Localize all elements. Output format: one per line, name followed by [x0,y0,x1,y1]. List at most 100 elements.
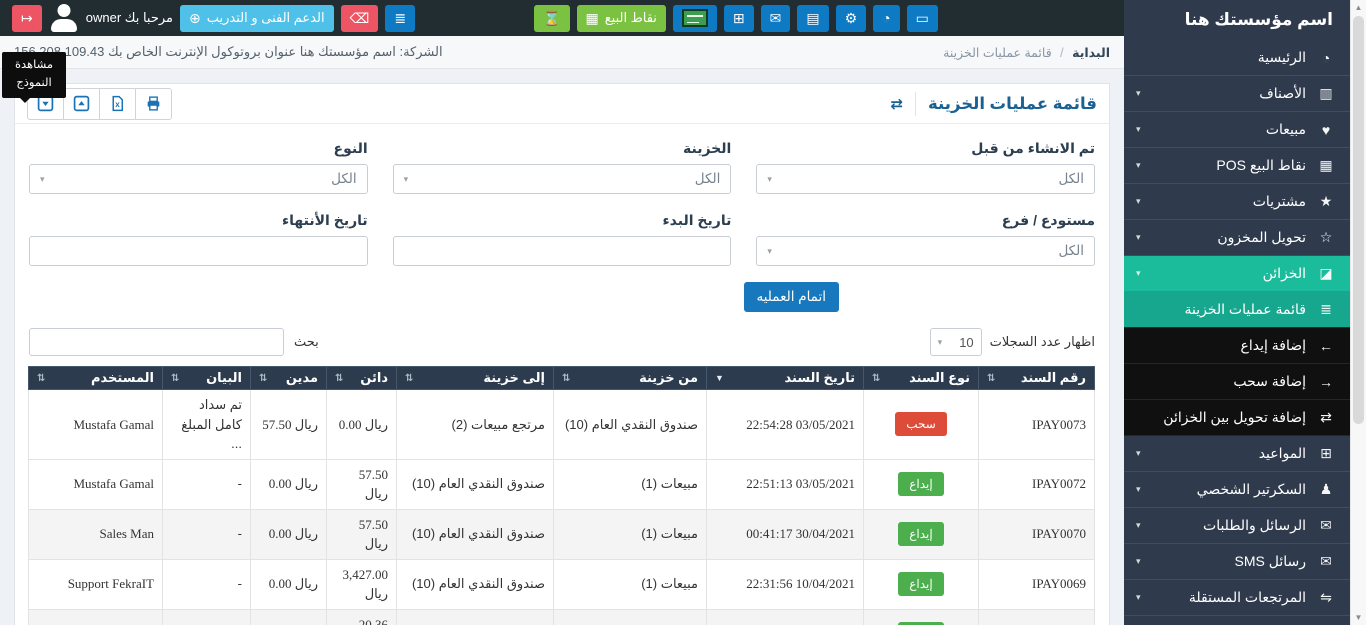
flag-button[interactable] [673,5,717,32]
caret-down-icon: ▾ [404,174,409,185]
filter-warehouse-branch: مستودع / فرعالكل▾ [756,212,1095,266]
shuffle-icon: ⇋ [1315,589,1337,606]
list-button[interactable]: ≣ [385,5,415,32]
filter-label: تاريخ البدء [393,212,732,229]
search-control: بحث [29,328,319,356]
th-inner: نوع السند⇅ [872,370,970,386]
sidebar-item-purchases[interactable]: ★مشتريات▾ [1124,184,1351,220]
scroll-up-icon[interactable]: ▲ [1351,0,1366,15]
pos-button[interactable]: ▦نقاط البيع [577,5,666,32]
sidebar-item-personal-secretary[interactable]: ♟السكرتير الشخصي▾ [1124,472,1351,508]
table-row: IPAY0072إيداع22:51:13 03/05/2021مبيعات (… [29,459,1095,509]
page-scrollbar[interactable]: ▲ ▼ [1350,0,1366,625]
arrow-right-icon: → [1315,374,1337,390]
button-label: الدعم الفنى و التدريب [207,10,325,26]
hide-template-button[interactable] [63,88,100,120]
filter-type: النوعالكل▾ [29,140,368,194]
select-value: الكل [1058,171,1084,187]
mail-button[interactable]: ✉ [761,5,791,32]
sidebar-item-sms-messages[interactable]: ✉رسائل SMS▾ [1124,544,1351,580]
column-header[interactable]: مدين⇅ [251,367,327,390]
share-button[interactable]: ⚙ [836,5,867,32]
filter-select-created-by[interactable]: الكل▾ [756,164,1095,194]
breadcrumb-home[interactable]: البداية [1072,46,1110,60]
column-header[interactable]: تاريخ السند▼ [707,367,864,390]
filter-select-warehouse-branch[interactable]: الكل▾ [756,236,1095,266]
filter-select-treasury[interactable]: الكل▾ [393,164,732,194]
hourglass-button[interactable]: ⌛ [534,5,569,32]
filter-input-start-date[interactable] [393,236,732,266]
sidebar-item-add-withdraw[interactable]: →إضافة سحب [1124,364,1351,400]
scrollbar-thumb[interactable] [1353,16,1364,424]
filter-select-type[interactable]: الكل▾ [29,164,368,194]
arrow-left-icon: ← [1315,338,1337,354]
column-header[interactable]: البيان⇅ [163,367,251,390]
calculator-button[interactable]: ▤ [797,5,828,32]
cell-user: Sales Man [29,509,163,559]
sidebar-item-pos[interactable]: ▦نقاط البيع POS▾ [1124,148,1351,184]
table-row: IPAY0069إيداع22:31:56 10/04/2021مبيعات (… [29,559,1095,609]
user-avatar [49,3,79,33]
sidebar-item-label: نقاط البيع POS [1216,157,1306,174]
sidebar-item-label: الرسائل والطلبات [1203,517,1306,534]
cell-note: - [163,609,251,625]
table-row: IPAY0070إيداع00:41:17 30/04/2021مبيعات (… [29,509,1095,559]
caret-down-icon: ▾ [938,337,943,348]
complete-operation-button[interactable]: اتمام العمليه [744,282,840,312]
column-header[interactable]: المستخدم⇅ [29,367,163,390]
logout-button[interactable]: ↦ [12,5,42,32]
column-header[interactable]: رقم السند⇅ [979,367,1095,390]
search-label: بحث [294,334,319,350]
gauge-icon: ◔ [1315,50,1337,66]
th-inner: المستخدم⇅ [37,370,154,386]
sidebar-item-treasuries[interactable]: ◪الخزائن▾ [1124,256,1351,292]
exchange-icon: ⇄ [1315,409,1337,426]
sort-icon: ⇅ [872,373,880,384]
cell-type: سحب [864,390,979,460]
sidebar-item-messages-requests[interactable]: ✉الرسائل والطلبات▾ [1124,508,1351,544]
exchange-icon: ⇄ [890,95,903,113]
sidebar-item-categories[interactable]: ▥الأصناف▾ [1124,76,1351,112]
scroll-down-icon[interactable]: ▼ [1351,610,1366,625]
column-header[interactable]: من خزينة⇅ [554,367,707,390]
cell-date: 22:54:28 03/05/2021 [707,390,864,460]
panel-header: قائمة عمليات الخزينة ⇄ x [15,84,1109,124]
page-size-select[interactable]: 10 ▾ [930,328,982,356]
filter-input-end-date[interactable] [29,236,368,266]
sidebar-item-stock-transfer[interactable]: ☆تحويل المخزون▾ [1124,220,1351,256]
heart-icon: ♥ [1315,122,1337,138]
sidebar-item-independent-returns[interactable]: ⇋المرتجعات المستقلة▾ [1124,580,1351,616]
column-header[interactable]: إلى خزينة⇅ [397,367,554,390]
page-size-value: 10 [959,335,973,350]
app-screen: ▲ ▼ اسم مؤسستك هنا ◔الرئيسية▥الأصناف▾♥مب… [0,0,1366,625]
sidebar-item-label: مبيعات [1266,121,1306,138]
cell-credit: 20.36 ريال [327,609,397,625]
calculator-icon: ▤ [806,11,819,25]
column-header[interactable]: دائن⇅ [327,367,397,390]
sidebar-item-treasury-operations-list[interactable]: ≣قائمة عمليات الخزينة [1124,292,1351,328]
column-label: من خزينة [639,370,698,386]
sidebar-item-add-treasury-transfer[interactable]: ⇄إضافة تحويل بين الخزائن [1124,400,1351,436]
calendar-button[interactable]: ⊞ [724,5,754,32]
print-button[interactable] [135,88,172,120]
sidebar-item-sales[interactable]: ♥مبيعات▾ [1124,112,1351,148]
star-icon: ★ [1315,193,1337,210]
sidebar-item-appointments[interactable]: ⊞المواعيد▾ [1124,436,1351,472]
sidebar-item-home[interactable]: ◔الرئيسية [1124,40,1351,76]
cell-type: إيداع [864,459,979,509]
column-header[interactable]: نوع السند⇅ [864,367,979,390]
support-button[interactable]: ⊕الدعم الفنى و التدريب [180,5,334,32]
dashboard-button[interactable]: ◔ [873,5,899,32]
table-row: IPAY0068إيداع16:24:22 13/03/2021مبيعات (… [29,609,1095,625]
eraser-button[interactable]: ⌫ [341,5,379,32]
column-label: إلى خزينة [483,370,545,386]
cell-date: 16:24:22 13/03/2021 [707,609,864,625]
search-input[interactable] [29,328,284,356]
desktop-button[interactable]: ▭ [907,5,938,32]
main-content: قائمة عمليات الخزينة ⇄ x [0,69,1124,625]
filter-label: الخزينة [393,140,732,157]
export-excel-button[interactable]: x [99,88,136,120]
cell-to: مرتجع مبيعات (2) [397,390,554,460]
sidebar-item-add-deposit[interactable]: ←إضافة إيداع [1124,328,1351,364]
cell-user: Mustafa Gamal [29,390,163,460]
